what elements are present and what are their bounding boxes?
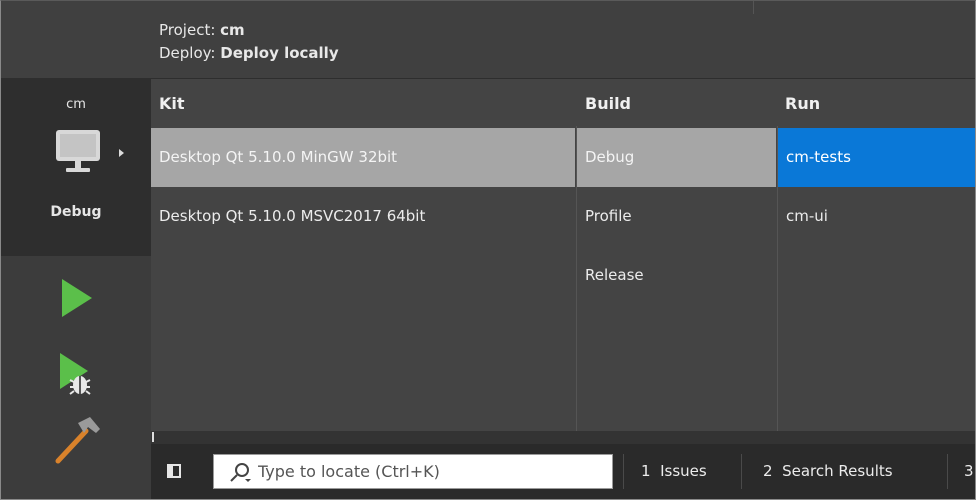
sidebar-top-blank (1, 1, 151, 79)
deploy-value: Deploy locally (220, 44, 339, 62)
project-line: Project: cm (159, 21, 245, 39)
monitor-icon (56, 130, 100, 172)
sidebar-project-name: cm (66, 97, 86, 112)
kit-build-run-panel: Kit Build Run Desktop Qt 5.10.0 MinGW 32… (151, 79, 975, 431)
pane-number: 1 (641, 462, 651, 480)
search-results-pane-tab[interactable]: 2 Search Results (763, 462, 893, 480)
locator-field[interactable] (213, 454, 613, 489)
build-list-item[interactable]: Debug (577, 128, 776, 187)
build-column-header: Build (585, 94, 632, 113)
kit-list-item[interactable]: Desktop Qt 5.10.0 MinGW 32bit (151, 128, 575, 187)
status-divider (741, 454, 742, 489)
locator-input[interactable] (258, 457, 608, 486)
sidebar-build-config: Debug (50, 204, 102, 220)
pane-number: 2 (763, 462, 773, 480)
hammer-icon[interactable] (46, 413, 106, 468)
project-label: Project: (159, 21, 216, 39)
status-divider (947, 454, 948, 489)
next-pane-tab[interactable]: 3 (964, 462, 975, 480)
issues-pane-tab[interactable]: 1 Issues (641, 462, 707, 480)
mode-sidebar: cm Debug (1, 1, 151, 499)
search-icon (230, 463, 251, 482)
target-selector-button[interactable]: cm Debug (1, 79, 151, 256)
deploy-line: Deploy: Deploy locally (159, 44, 339, 62)
status-divider (623, 454, 624, 489)
header-divider (753, 1, 754, 14)
chevron-right-icon (119, 149, 124, 157)
kit-column-header: Kit (159, 94, 185, 113)
run-column-header: Run (785, 94, 821, 113)
deploy-label: Deploy: (159, 44, 216, 62)
target-selector-window: cm Debug Project: cm Deploy: Deploy loca… (0, 0, 976, 500)
run-list-item[interactable]: cm-tests (778, 128, 975, 187)
project-header: Project: cm Deploy: Deploy locally (151, 1, 975, 79)
text-cursor (152, 432, 154, 442)
output-pane-splitter[interactable] (151, 431, 975, 444)
build-list-item[interactable]: Release (577, 246, 776, 305)
play-icon[interactable] (46, 271, 106, 326)
pane-number: 3 (964, 462, 974, 480)
project-value: cm (220, 21, 245, 39)
build-list-item[interactable]: Profile (577, 187, 776, 246)
toggle-sidebar-icon[interactable] (167, 464, 181, 478)
pane-label: Issues (660, 462, 707, 480)
pane-label: Search Results (782, 462, 893, 480)
status-bar: 1 Issues 2 Search Results 3 (151, 444, 975, 499)
debug-run-icon[interactable] (46, 349, 106, 404)
run-list-item[interactable]: cm-ui (778, 187, 975, 246)
kit-list-item[interactable]: Desktop Qt 5.10.0 MSVC2017 64bit (151, 187, 575, 246)
